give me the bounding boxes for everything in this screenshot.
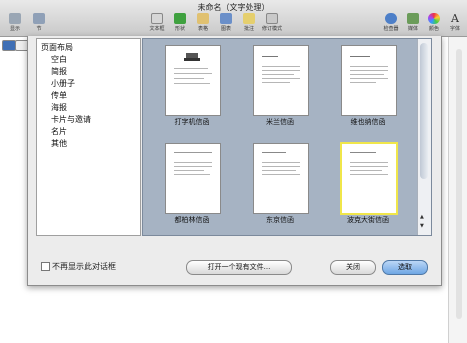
template-label: 波克大街信函	[347, 216, 389, 224]
template-scrollbar[interactable]: ▲ ▼	[417, 39, 431, 235]
category-item[interactable]: 简报	[51, 66, 67, 77]
track-changes-icon	[266, 13, 278, 24]
fonts-icon: A	[451, 12, 459, 25]
template-label: 都柏林信函	[174, 216, 210, 224]
template-thumbnail[interactable]	[165, 45, 221, 116]
text-box-icon	[151, 13, 163, 24]
dont-show-again-label: 不再显示此对话框	[52, 262, 116, 271]
category-item[interactable]: 传单	[51, 90, 67, 101]
category-item[interactable]: 页面布局	[41, 42, 73, 53]
toolbar-view-button[interactable]: 显示	[2, 13, 28, 32]
thumbnail-toggle-button[interactable]	[2, 40, 16, 51]
template-thumbnail[interactable]	[253, 45, 309, 116]
template-label: 打字机信函	[174, 118, 210, 126]
comment-icon	[243, 13, 255, 24]
template-thumbnail[interactable]	[165, 143, 221, 214]
table-icon	[197, 13, 209, 24]
window-toolbar: 未命名（文字处理） 显示 节 文本框 形状 表格 图表 批注 修订模式 检查器 …	[0, 0, 467, 37]
template-scrollbar-thumb[interactable]	[420, 43, 428, 179]
colors-icon	[428, 13, 440, 24]
media-icon	[407, 13, 419, 24]
chart-icon	[220, 13, 232, 24]
toolbar-sections-label: 节	[36, 26, 42, 32]
template-chooser-sheet: 页面布局 空白 简报 小册子 传单 海报 卡片与邀请 名片 其他 打字机信函 米…	[27, 36, 442, 286]
category-item[interactable]: 小册子	[51, 78, 75, 89]
view-icon	[9, 13, 21, 24]
template-label: 维也纳信函	[350, 118, 386, 126]
shape-icon	[174, 13, 186, 24]
toolbar-track-changes-button[interactable]: 修订模式	[259, 13, 285, 32]
category-item[interactable]: 名片	[51, 126, 67, 137]
choose-button[interactable]: 选取	[382, 260, 428, 275]
template-thumbnail[interactable]	[253, 143, 309, 214]
inspector-icon	[385, 13, 397, 24]
toolbar-track-changes-label: 修订模式	[261, 26, 282, 32]
template-grid: 打字机信函 米兰信函 维也纳信函 都柏林信函 东京信函 波克大街信函 ▲ ▼	[142, 38, 432, 236]
window-title: 未命名（文字处理）	[197, 3, 270, 12]
open-existing-file-button[interactable]: 打开一个现有文件...	[186, 260, 292, 275]
category-list: 页面布局 空白 简报 小册子 传单 海报 卡片与邀请 名片 其他	[36, 38, 141, 236]
toolbar-fonts-label: 字体	[449, 26, 460, 32]
category-item[interactable]: 空白	[51, 54, 67, 65]
close-button[interactable]: 关闭	[330, 260, 376, 275]
template-thumbnail[interactable]	[341, 45, 397, 116]
toolbar-view-label: 显示	[9, 26, 20, 32]
template-label: 米兰信函	[266, 118, 294, 126]
category-item[interactable]: 卡片与邀请	[51, 114, 91, 125]
toolbar-sections-button[interactable]: 节	[26, 13, 52, 32]
template-label: 东京信函	[266, 216, 294, 224]
document-scrollbar[interactable]	[456, 49, 462, 319]
sections-icon	[33, 13, 45, 24]
category-item[interactable]: 海报	[51, 102, 67, 113]
document-scrollbar-area	[448, 37, 467, 343]
scroll-up-icon[interactable]: ▲	[420, 214, 424, 220]
toolbar-fonts-button[interactable]: A 字体	[442, 13, 467, 32]
scroll-down-icon[interactable]: ▼	[420, 223, 424, 229]
category-item[interactable]: 其他	[51, 138, 67, 149]
typewriter-icon	[184, 53, 200, 61]
template-thumbnail-selected[interactable]	[340, 142, 398, 215]
dont-show-again-checkbox[interactable]	[41, 262, 50, 271]
